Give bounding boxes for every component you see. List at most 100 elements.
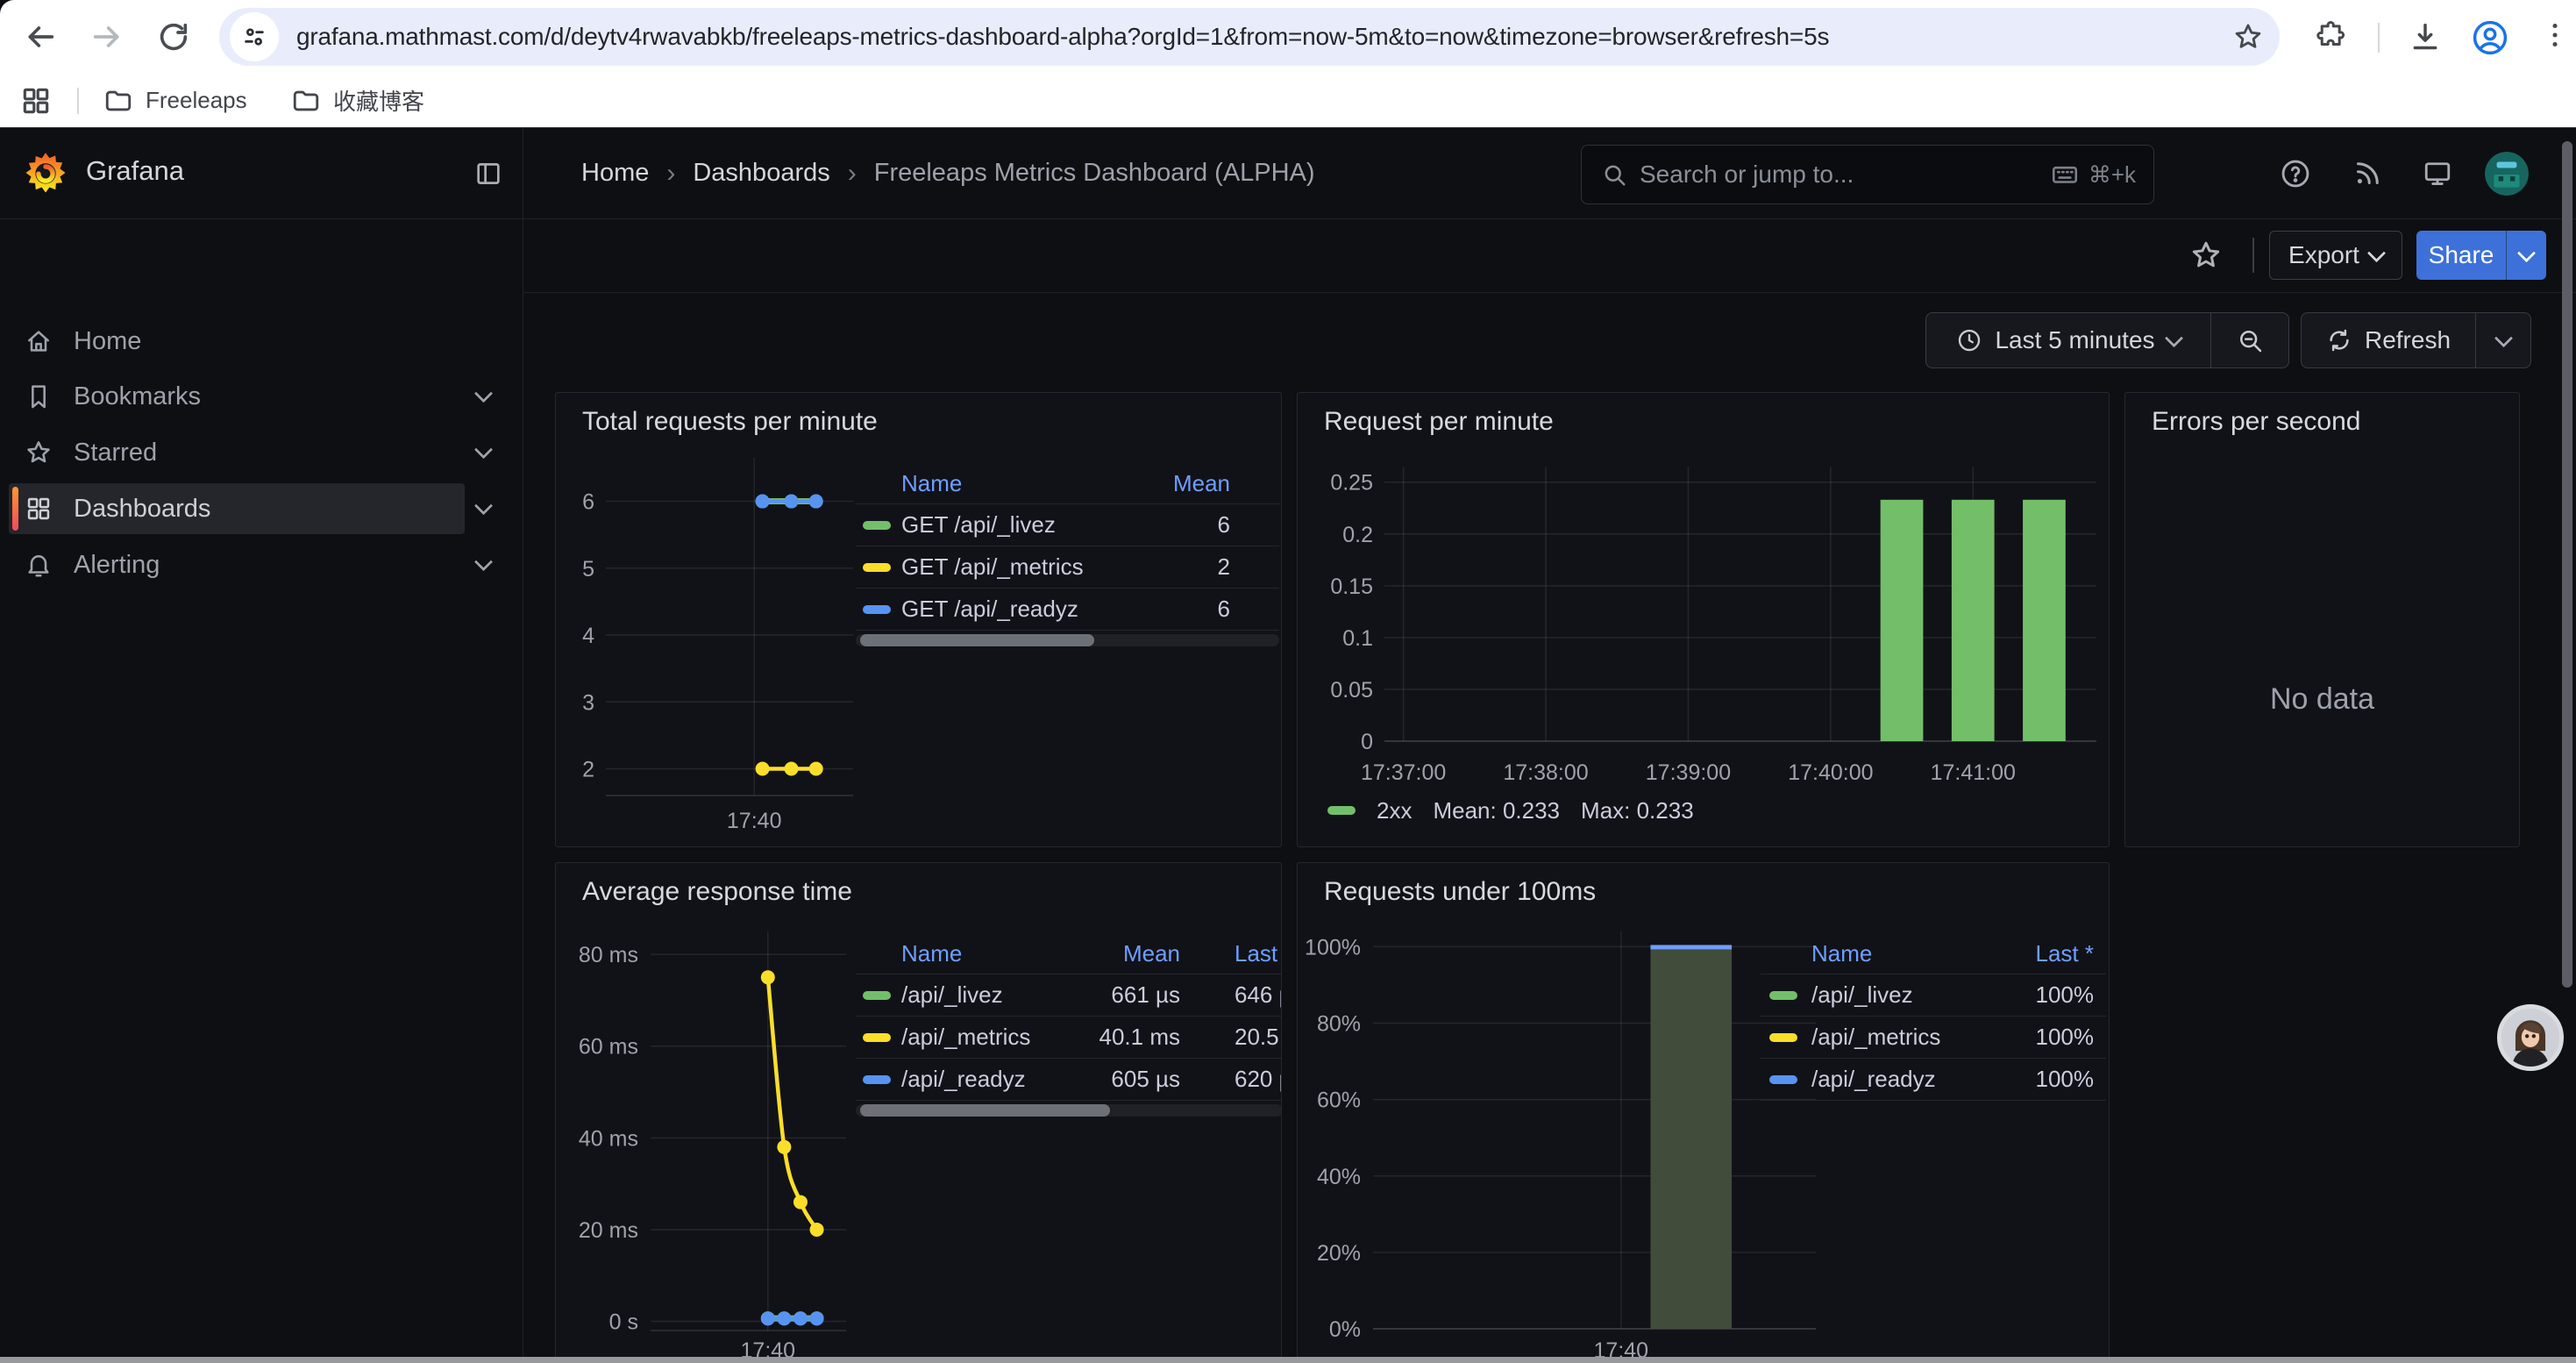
refresh-controls: Refresh <box>2301 312 2531 368</box>
zoom-out-button[interactable] <box>2211 313 2288 368</box>
legend-row[interactable]: /api/_metrics100% <box>1761 1017 2106 1059</box>
legend-scrollbar[interactable] <box>856 634 1279 646</box>
share-split-button: Share <box>2416 231 2546 280</box>
brand-title[interactable]: Grafana <box>86 155 184 187</box>
breadcrumb-dashboards[interactable]: Dashboards <box>693 159 829 188</box>
panel-errors-per-second[interactable]: Errors per second No data <box>2124 392 2520 847</box>
sidebar-item-alerting[interactable]: Alerting <box>9 539 465 590</box>
series-color-dash <box>863 1033 891 1042</box>
legend-series-name[interactable]: 2xx <box>1377 797 1412 824</box>
menu-dots-icon[interactable] <box>2539 19 2571 51</box>
panel-total-requests[interactable]: Total requests per minute 2345617:40Name… <box>555 392 1282 847</box>
svg-text:80%: 80% <box>1317 1012 1361 1037</box>
url-text[interactable]: grafana.mathmast.com/d/deytv4rwavabkb/fr… <box>296 8 1829 66</box>
share-menu-button[interactable] <box>2506 231 2546 280</box>
forward-icon[interactable] <box>89 19 125 54</box>
folder-icon <box>291 86 321 116</box>
favorite-star-icon[interactable] <box>2189 239 2223 272</box>
panel-title[interactable]: Errors per second <box>2152 407 2360 437</box>
url-bar[interactable]: grafana.mathmast.com/d/deytv4rwavabkb/fr… <box>219 8 2280 66</box>
legend-row[interactable]: GET /api/_livez6 <box>856 504 1279 546</box>
legend-row[interactable]: /api/_livez100% <box>1761 974 2106 1017</box>
legend-stat: Mean: 0.233 <box>1433 797 1560 824</box>
svg-text:6: 6 <box>582 490 594 515</box>
series-color-dash <box>1327 806 1356 815</box>
legend-header[interactable]: NameLast * <box>1761 933 2106 974</box>
bookmark-folder-blogs[interactable]: 收藏博客 <box>291 74 424 127</box>
legend-row[interactable]: GET /api/_readyz6 <box>856 589 1279 631</box>
assistant-avatar[interactable] <box>2497 1004 2564 1071</box>
chevron-down-icon[interactable] <box>477 502 491 516</box>
sidebar-toggle-icon[interactable] <box>473 159 503 189</box>
legend-column-0[interactable]: Name <box>901 940 1077 967</box>
chevron-down-icon <box>2517 244 2536 262</box>
legend-row[interactable]: /api/_metrics40.1 ms20.5 ms <box>856 1017 1282 1059</box>
sidebar-item-starred[interactable]: Starred <box>9 427 465 478</box>
legend-header[interactable]: NameMean <box>856 463 1279 504</box>
series-color-dash <box>1769 991 1797 1000</box>
chevron-down-icon <box>2494 329 2512 347</box>
legend-row[interactable]: /api/_readyz100% <box>1761 1059 2106 1101</box>
help-icon[interactable] <box>2280 158 2311 189</box>
export-button[interactable]: Export <box>2269 231 2402 280</box>
bookmark-star-icon[interactable] <box>2232 21 2264 53</box>
search-shortcut: ⌘+k <box>2050 160 2136 189</box>
sidebar-item-dashboards[interactable]: Dashboards <box>9 483 465 534</box>
browser-toolbar: grafana.mathmast.com/d/deytv4rwavabkb/fr… <box>0 0 2576 74</box>
legend-header[interactable]: NameMeanLast * <box>856 933 1282 974</box>
svg-text:60%: 60% <box>1317 1088 1361 1113</box>
extensions-icon[interactable] <box>2315 19 2348 53</box>
search-placeholder: Search or jump to... <box>1640 161 2050 189</box>
profile-avatar[interactable] <box>2471 18 2509 57</box>
back-icon[interactable] <box>23 19 58 54</box>
legend-row[interactable]: /api/_readyz605 µs620 µs <box>856 1059 1282 1101</box>
share-button[interactable]: Share <box>2416 231 2506 280</box>
refresh-label: Refresh <box>2365 326 2451 354</box>
legend-inline[interactable]: 2xx Mean: 0.233 Max: 0.233 <box>1327 793 1694 828</box>
panel-request-per-minute[interactable]: Request per minute 00.050.10.150.20.2517… <box>1297 392 2110 847</box>
panel-average-response-time[interactable]: Average response time 0 s20 ms40 ms60 ms… <box>555 862 1282 1358</box>
legend-column-2[interactable]: Last * <box>1180 940 1282 967</box>
legend-column-1[interactable]: Last * <box>2006 940 2094 967</box>
site-info-icon[interactable] <box>230 12 279 61</box>
reload-icon[interactable] <box>156 19 191 54</box>
svg-text:17:39:00: 17:39:00 <box>1646 760 1731 785</box>
page-scrollbar[interactable] <box>2562 141 2572 988</box>
news-rss-icon[interactable] <box>2352 158 2383 189</box>
bookmarks-divider <box>77 88 79 114</box>
chevron-down-icon[interactable] <box>477 446 491 460</box>
bookmark-folder-freeleaps[interactable]: Freeleaps <box>103 74 247 127</box>
chevron-down-icon[interactable] <box>477 389 491 403</box>
legend-row[interactable]: /api/_livez661 µs646 µs <box>856 974 1282 1017</box>
refresh-interval-button[interactable] <box>2476 313 2530 368</box>
svg-text:0%: 0% <box>1329 1317 1361 1342</box>
user-avatar[interactable] <box>2485 152 2529 196</box>
svg-text:60 ms: 60 ms <box>579 1035 638 1060</box>
legend-column-1[interactable]: Mean <box>1125 470 1230 497</box>
sidebar-item-bookmarks[interactable]: Bookmarks <box>9 371 465 422</box>
sidebar-item-home[interactable]: Home <box>9 316 465 367</box>
chevron-down-icon <box>2367 244 2386 262</box>
legend-scrollbar[interactable] <box>856 1104 1282 1117</box>
sidebar-item-label: Bookmarks <box>74 382 201 411</box>
downloads-icon[interactable] <box>2408 19 2443 54</box>
legend-column-1[interactable]: Mean <box>1077 940 1180 967</box>
panel-requests-under-100ms[interactable]: Requests under 100ms 0%20%40%60%80%100%1… <box>1297 862 2110 1358</box>
svg-text:0.05: 0.05 <box>1330 678 1373 703</box>
chevron-down-icon[interactable] <box>477 558 491 572</box>
display-icon[interactable] <box>2422 158 2453 189</box>
legend-row[interactable]: GET /api/_metrics2 <box>856 546 1279 589</box>
no-data-message: No data <box>2125 682 2519 717</box>
legend-column-0[interactable]: Name <box>1811 940 2006 967</box>
apps-grid-icon[interactable] <box>19 84 53 118</box>
time-range-picker[interactable]: Last 5 minutes <box>1926 313 2210 368</box>
breadcrumb-current: Freeleaps Metrics Dashboard (ALPHA) <box>874 159 1315 188</box>
legend-column-0[interactable]: Name <box>901 470 1125 497</box>
legend-stat: Max: 0.233 <box>1581 797 1694 824</box>
series-color-dash <box>1769 1075 1797 1084</box>
grafana-logo-icon[interactable] <box>24 151 68 195</box>
breadcrumb-home[interactable]: Home <box>581 159 649 188</box>
search-input[interactable]: Search or jump to... ⌘+k <box>1581 145 2154 204</box>
bookmark-icon <box>25 382 53 410</box>
refresh-button[interactable]: Refresh <box>2302 313 2475 368</box>
